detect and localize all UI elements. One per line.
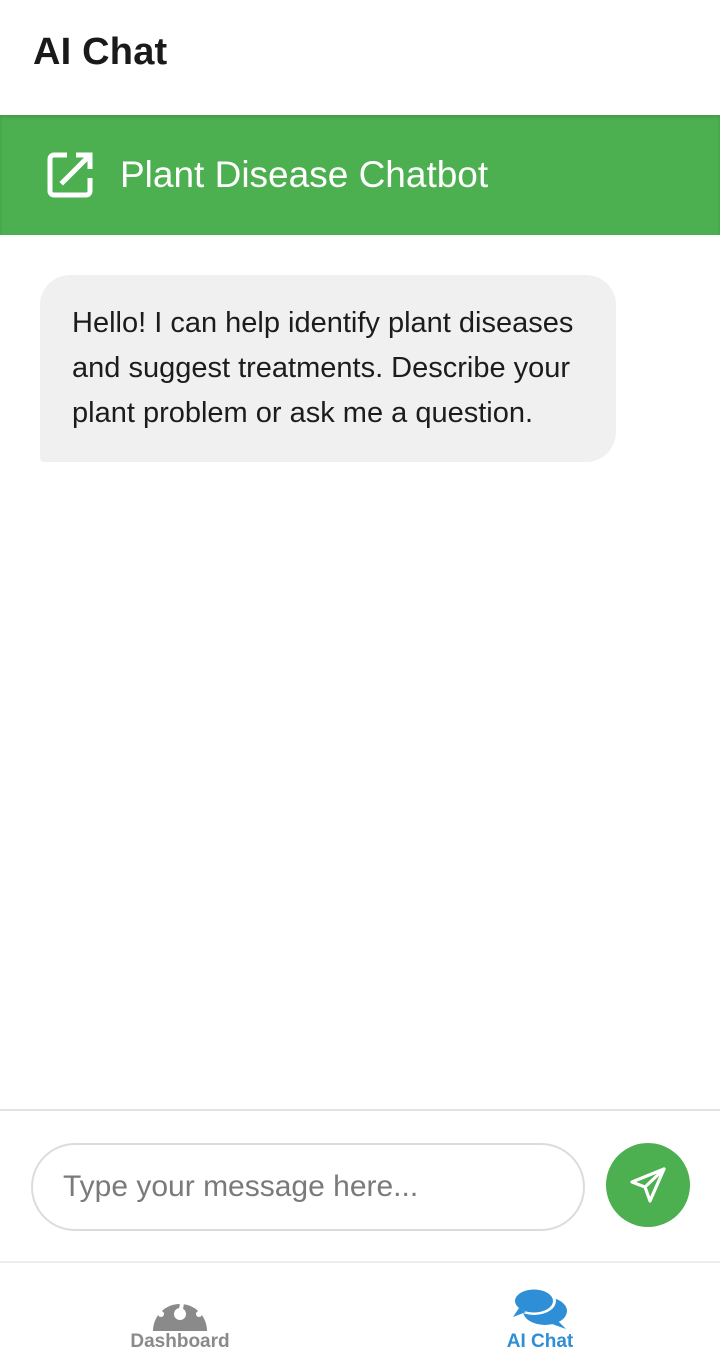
nav-label-dashboard: Dashboard <box>130 1331 230 1352</box>
message-list[interactable]: Hello! I can help identify plant disease… <box>0 235 720 1109</box>
message-input[interactable] <box>31 1143 585 1231</box>
send-icon <box>628 1165 668 1205</box>
message-composer <box>0 1109 720 1261</box>
chat-bubbles-icon <box>510 1283 570 1331</box>
chat-header-title: Plant Disease Chatbot <box>120 154 489 195</box>
page-title: AI Chat <box>33 31 168 73</box>
bot-message-bubble: Hello! I can help identify plant disease… <box>40 275 616 462</box>
nav-label-ai-chat: AI Chat <box>506 1331 574 1352</box>
bottom-navigation: Dashboard AI Chat <box>0 1261 720 1358</box>
open-in-new-icon[interactable] <box>45 150 95 200</box>
dashboard-gauge-icon <box>151 1283 209 1331</box>
chat-header: Plant Disease Chatbot <box>0 115 720 235</box>
nav-item-ai-chat[interactable]: AI Chat <box>440 1263 640 1358</box>
send-button[interactable] <box>606 1143 690 1227</box>
app-root: AI Chat Plant Disease Chatbot Hello! I c… <box>0 0 720 1358</box>
top-app-bar: AI Chat <box>0 0 720 115</box>
nav-item-dashboard[interactable]: Dashboard <box>80 1263 280 1358</box>
